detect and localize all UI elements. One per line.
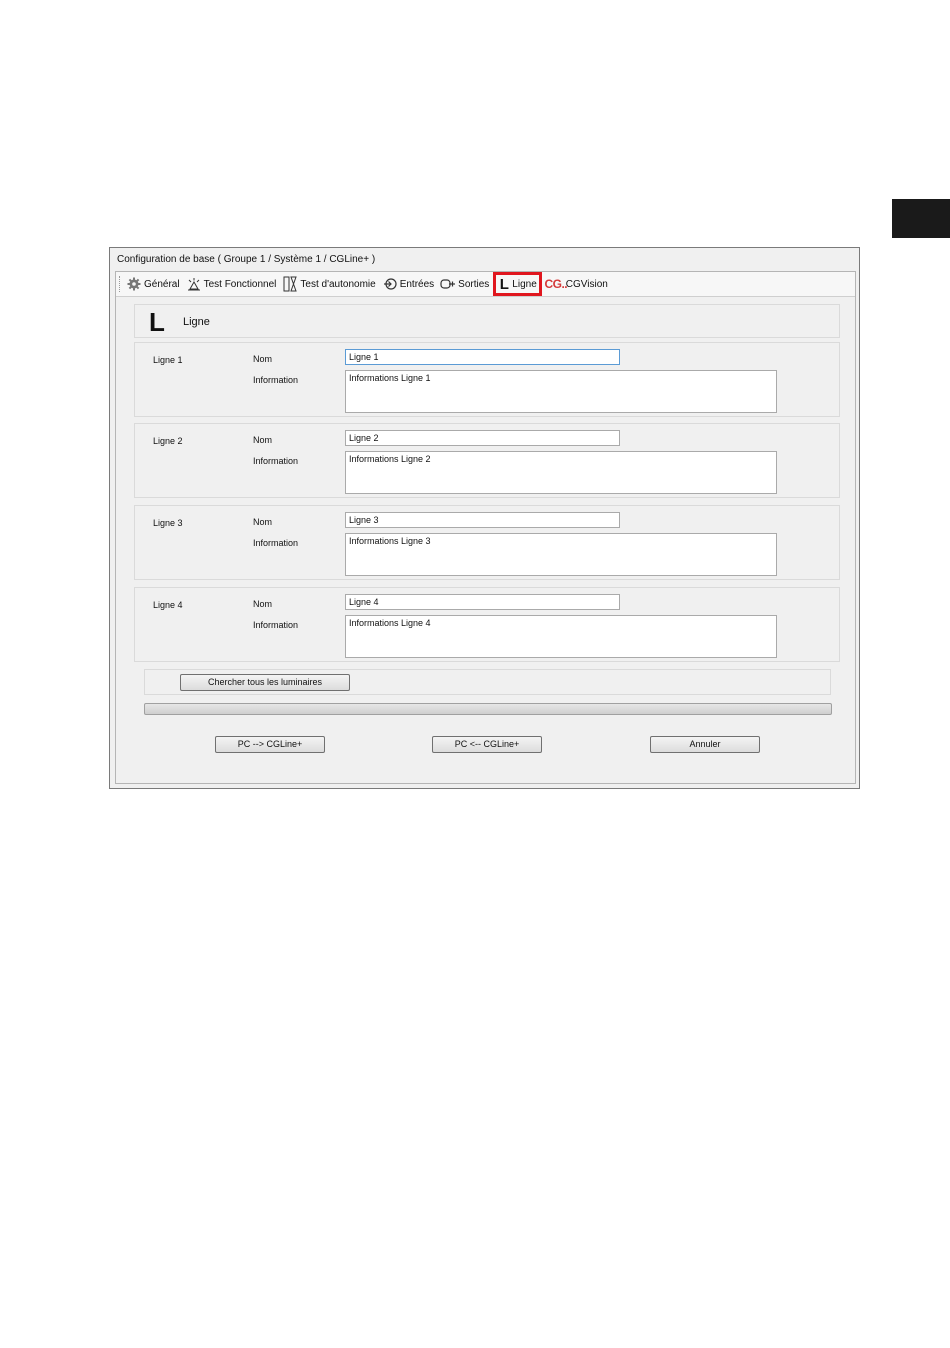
tab-ligne-label: Ligne [512, 278, 537, 290]
line-label: Ligne 1 [153, 355, 183, 365]
tab-entrees-label: Entrées [399, 278, 435, 290]
name-label: Nom [253, 354, 273, 364]
information-label: Information [253, 620, 299, 630]
section-title: Ligne [183, 316, 210, 328]
line-4-information-input[interactable]: Informations Ligne 4 [345, 615, 777, 658]
config-window: Configuration de base ( Groupe 1 / Systè… [109, 247, 860, 789]
tab-cgvision[interactable]: CG.. CGVision [544, 274, 608, 294]
name-label: Nom [253, 599, 273, 609]
upload-to-cgline-button[interactable]: PC --> CGLine+ [215, 736, 325, 753]
line-group-3: Ligne 3 Nom Information Informations Lig… [134, 505, 840, 580]
tab-general-label: Général [144, 278, 180, 290]
line-group-4: Ligne 4 Nom Information Informations Lig… [134, 587, 840, 662]
information-label: Information [253, 375, 299, 385]
hourglass-icon [282, 276, 298, 292]
tab-entrees[interactable]: Entrées [382, 274, 434, 294]
line-group-1: Ligne 1 Nom Information Informations Lig… [134, 342, 840, 417]
line-3-name-input[interactable] [345, 512, 620, 528]
tab-test-autonomie-label: Test d'autonomie [300, 278, 376, 290]
line-label: Ligne 2 [153, 436, 183, 446]
config-panel: Général Test Fonctionnel Test d'autonomi… [115, 271, 856, 784]
line-label: Ligne 4 [153, 600, 183, 610]
tab-test-fonctionnel[interactable]: Test Fonctionnel [186, 274, 277, 294]
name-label: Nom [253, 517, 273, 527]
line-2-name-input[interactable] [345, 430, 620, 446]
lamp-icon [186, 276, 202, 292]
tab-general[interactable]: Général [126, 274, 180, 294]
download-from-cgline-button[interactable]: PC <-- CGLine+ [432, 736, 542, 753]
cancel-button[interactable]: Annuler [650, 736, 760, 753]
name-label: Nom [253, 435, 273, 445]
search-all-luminaires-button[interactable]: Chercher tous les luminaires [180, 674, 350, 691]
page-side-tab [892, 199, 950, 238]
line-group-2: Ligne 2 Nom Information Informations Lig… [134, 423, 840, 498]
line-3-information-input[interactable]: Informations Ligne 3 [345, 533, 777, 576]
cg-logo-icon: CG.. [544, 277, 568, 291]
line-large-icon: L [149, 307, 165, 337]
line-1-name-input[interactable] [345, 349, 620, 365]
line-l-icon: L [499, 275, 509, 293]
tab-test-autonomie[interactable]: Test d'autonomie [282, 274, 376, 294]
line-2-information-input[interactable]: Informations Ligne 2 [345, 451, 777, 494]
toolbar-grip[interactable] [119, 276, 122, 292]
line-1-information-input[interactable]: Informations Ligne 1 [345, 370, 777, 413]
gear-icon [126, 276, 142, 292]
tab-test-fonctionnel-label: Test Fonctionnel [203, 278, 277, 290]
window-title: Configuration de base ( Groupe 1 / Systè… [117, 254, 376, 265]
information-label: Information [253, 538, 299, 548]
information-label: Information [253, 456, 299, 466]
tab-ligne[interactable]: L Ligne [493, 272, 542, 296]
section-header: L Ligne [134, 304, 840, 338]
toolbar: Général Test Fonctionnel Test d'autonomi… [116, 272, 855, 297]
line-4-name-input[interactable] [345, 594, 620, 610]
tab-cgvision-label: CGVision [565, 278, 608, 290]
progress-bar [144, 703, 832, 715]
output-icon [440, 276, 456, 292]
tab-sorties[interactable]: Sorties [440, 274, 489, 294]
tab-sorties-label: Sorties [458, 278, 490, 290]
input-icon [382, 276, 398, 292]
line-label: Ligne 3 [153, 518, 183, 528]
search-panel: Chercher tous les luminaires [144, 669, 831, 695]
